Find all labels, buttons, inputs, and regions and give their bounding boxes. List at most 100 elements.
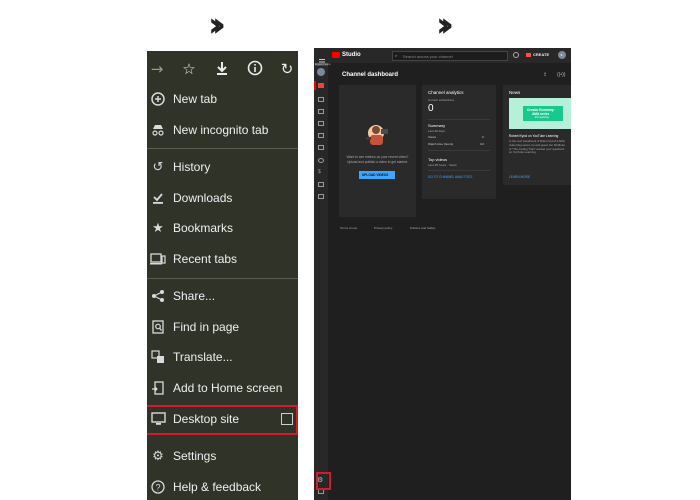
menu-item-label: Downloads [173, 191, 233, 205]
footer-terms-link[interactable]: Terms of use [340, 226, 357, 230]
menu-item-help-feedback[interactable]: ? Help & feedback [147, 475, 298, 500]
avatar-letter: s [560, 52, 563, 57]
star-outline-icon[interactable]: ☆ [180, 60, 198, 78]
menu-item-bookmarks[interactable]: ★ Bookmarks [147, 216, 298, 244]
devices-icon [150, 252, 166, 268]
add-to-home-icon [150, 381, 166, 397]
menu-item-translate[interactable]: Translate... [147, 345, 298, 373]
upload-videos-button[interactable]: UPLOAD VIDEOS [359, 171, 395, 179]
summary-period: Last 28 days [428, 129, 446, 133]
menu-toolbar: → ☆ ↻ [147, 51, 298, 87]
footer-privacy-link[interactable]: Privacy policy [374, 226, 392, 230]
refresh-icon[interactable]: ↻ [278, 60, 296, 78]
share-icon [150, 289, 166, 305]
desktop-site-highlight [147, 405, 298, 435]
download-check-icon [150, 191, 166, 207]
menu-divider [147, 278, 298, 279]
watch-time-label: Watch time (hours) [428, 142, 454, 146]
learn-more-link[interactable]: LEARN MORE [509, 175, 530, 179]
menu-item-history[interactable]: ↺ History [147, 155, 298, 183]
menu-item-label: History [173, 160, 211, 174]
star-icon: ★ [152, 221, 164, 236]
help-icon[interactable] [513, 52, 519, 58]
upload-card: Want to see metrics on your recent video… [339, 85, 416, 217]
translate-icon [150, 350, 166, 366]
upload-button-label: UPLOAD VIDEOS [362, 173, 389, 177]
menu-item-recent-tabs[interactable]: Recent tabs [147, 247, 298, 275]
views-value: 0 [482, 135, 484, 139]
gear-icon: ⚙ [152, 449, 164, 464]
channel-analytics-card: Channel analytics Current subscribers 0 … [422, 85, 496, 199]
analytics-icon[interactable] [318, 121, 324, 126]
studio-logo-text: Studio [342, 52, 361, 58]
subtitles-icon[interactable] [318, 145, 324, 150]
analytics-title: Channel analytics [428, 90, 464, 95]
svg-text:?: ? [155, 483, 160, 493]
copyright-icon[interactable] [318, 158, 324, 163]
playlists-icon[interactable] [318, 109, 324, 114]
studio-sidebar: Expand menu $ ⚙ [314, 63, 330, 500]
menu-item-new-incognito-tab[interactable]: New incognito tab [147, 118, 298, 146]
menu-item-label: New incognito tab [173, 123, 269, 137]
upload-icon[interactable]: ⇪ [543, 72, 547, 78]
incognito-icon [150, 123, 166, 139]
menu-item-label: Bookmarks [173, 221, 234, 235]
card-divider [428, 119, 490, 120]
monetization-icon[interactable]: $ [318, 170, 324, 175]
menu-item-new-tab[interactable]: New tab [147, 87, 298, 115]
menu-item-label: Translate... [173, 350, 233, 364]
menu-item-label: Recent tabs [173, 252, 238, 266]
forward-arrow-icon[interactable]: → [148, 60, 166, 78]
chevron-right-icon: ›› [436, 5, 454, 45]
find-in-page-icon [150, 320, 166, 336]
content-icon[interactable] [318, 97, 324, 102]
create-button[interactable]: CREATE [526, 52, 552, 59]
audio-library-icon[interactable] [318, 194, 324, 199]
menu-item-label: Find in page [173, 320, 240, 334]
menu-item-label: Help & feedback [173, 480, 262, 494]
channel-avatar[interactable] [317, 68, 325, 76]
banner-line-3: #1 Learning [535, 116, 549, 119]
views-label: Views [428, 135, 436, 139]
creator-illustration [364, 123, 390, 147]
live-icon[interactable]: ((•)) [557, 72, 565, 78]
youtube-logo-icon[interactable] [332, 52, 340, 58]
top-videos-period: Last 48 hours · Views [428, 163, 457, 167]
top-videos-label: Top videos [428, 157, 448, 162]
customization-icon[interactable] [318, 182, 324, 187]
menu-divider [147, 148, 298, 149]
video-camera-icon [526, 53, 531, 57]
comments-icon[interactable] [318, 133, 324, 138]
help-icon: ? [150, 480, 166, 496]
menu-item-downloads[interactable]: Downloads [147, 186, 298, 214]
page-title: Channel dashboard [342, 72, 399, 78]
news-title: News [509, 90, 521, 95]
footer-policies-link[interactable]: Policies and Safety [410, 226, 436, 230]
avatar[interactable]: s [558, 51, 566, 59]
watch-time-value: 0.0 [480, 142, 485, 146]
summary-label: Summary [428, 123, 446, 128]
hamburger-menu-icon[interactable] [319, 52, 325, 65]
subscribers-value: 0 [428, 103, 434, 114]
news-banner[interactable]: Creator Economy: AMA series #1 Learning [509, 98, 571, 129]
plus-box-icon [150, 92, 166, 108]
expand-menu-tooltip: Expand menu [315, 63, 330, 66]
menu-item-add-to-home-screen[interactable]: Add to Home screen [147, 376, 298, 404]
dashboard-icon[interactable] [314, 81, 328, 90]
news-body: In the next installment of Robert Kyncl'… [509, 139, 565, 155]
subscribers-label: Current subscribers [428, 98, 455, 102]
search-icon: ⌕ [395, 53, 398, 58]
menu-item-find-in-page[interactable]: Find in page [147, 315, 298, 343]
info-icon[interactable] [246, 60, 264, 78]
menu-item-share[interactable]: Share... [147, 284, 298, 312]
go-to-analytics-link[interactable]: GO TO CHANNEL ANALYTICS [428, 175, 472, 179]
news-headline: Robert Kyncl on YouTube Learning [509, 134, 559, 138]
card-divider [428, 150, 490, 151]
menu-item-label: New tab [173, 92, 218, 106]
download-icon[interactable] [213, 60, 231, 78]
search-input[interactable]: ⌕ Search across your channel [392, 51, 508, 61]
menu-item-label: Share... [173, 289, 216, 303]
studio-screenshot: Studio ⌕ Search across your channel CREA… [314, 48, 571, 500]
chevron-right-icon: ›› [208, 5, 226, 45]
menu-item-settings[interactable]: ⚙ Settings [147, 444, 298, 472]
